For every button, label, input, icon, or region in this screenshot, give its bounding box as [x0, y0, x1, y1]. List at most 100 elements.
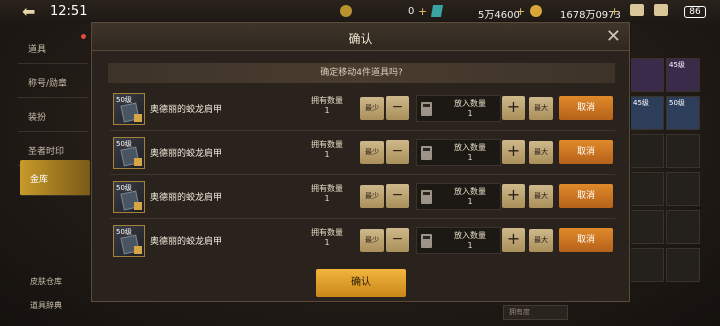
increment-button[interactable]: +: [502, 184, 525, 208]
owned-count-label: 拥有数量: [311, 140, 343, 149]
owned-count-value: 1: [324, 106, 330, 115]
sidebar-item-titles[interactable]: 称号/勋章: [18, 64, 88, 98]
min-button[interactable]: 最少: [360, 185, 384, 208]
decrement-button[interactable]: −: [386, 96, 409, 120]
calculator-icon[interactable]: [421, 146, 432, 160]
item-name: 奥德丽的蛟龙肩甲: [150, 193, 223, 203]
decrement-button[interactable]: −: [386, 140, 409, 164]
grid-slot[interactable]: [630, 248, 664, 282]
item-thumbnail[interactable]: 50级: [113, 93, 145, 125]
min-button[interactable]: 最少: [360, 229, 384, 252]
clock: 12:51: [50, 4, 88, 19]
owned-count-value: 1: [324, 238, 330, 247]
item-dictionary-link[interactable]: 道具辞典: [30, 300, 62, 311]
currency-3-add-icon[interactable]: +: [610, 5, 619, 18]
cancel-button[interactable]: 取消: [559, 96, 613, 120]
currency-2-add-icon[interactable]: +: [516, 5, 525, 18]
grid-slot[interactable]: [630, 210, 664, 244]
decrement-button[interactable]: −: [386, 184, 409, 208]
put-quantity-value: 1: [467, 241, 473, 250]
gem-icon: [430, 5, 444, 17]
put-quantity-field[interactable]: 放入数量 1: [416, 227, 501, 254]
grid-slot[interactable]: [630, 134, 664, 168]
decrement-button[interactable]: −: [386, 228, 409, 252]
sort-dropdown[interactable]: 拥有度: [503, 305, 568, 320]
coin-icon: [340, 5, 352, 17]
calculator-icon[interactable]: [421, 190, 432, 204]
currency-1-add-icon[interactable]: +: [418, 5, 427, 18]
put-quantity-value: 1: [467, 109, 473, 118]
sidebar-item-label: 道具: [28, 45, 47, 55]
cancel-button[interactable]: 取消: [559, 184, 613, 208]
grid-slot[interactable]: [630, 58, 664, 92]
confirm-button[interactable]: 确认: [316, 269, 406, 297]
cancel-button[interactable]: 取消: [559, 140, 613, 164]
sidebar-item-label: 装扮: [28, 113, 47, 123]
max-button[interactable]: 最大: [529, 97, 553, 120]
calculator-icon[interactable]: [421, 234, 432, 248]
dialog-prompt: 确定移动4件道具吗?: [108, 63, 615, 83]
owned-count-label: 拥有数量: [311, 184, 343, 193]
cancel-button[interactable]: 取消: [559, 228, 613, 252]
item-thumbnail[interactable]: 50级: [113, 225, 145, 257]
item-row: 50级 奥德丽的蛟龙肩甲 拥有数量 1 最少 − 放入数量 1 + 最大 取消: [110, 89, 615, 131]
dialog-title: 确认: [348, 32, 373, 46]
item-thumbnail[interactable]: 50级: [113, 137, 145, 169]
increment-button[interactable]: +: [502, 140, 525, 164]
put-quantity-value: 1: [467, 153, 473, 162]
status-bar: ⬅ 12:51 0 + 5万4600 + 1678万0973 + 86: [0, 0, 720, 24]
item-name: 奥德丽的蛟龙肩甲: [150, 237, 223, 247]
dialog-header: 确认 ✕: [92, 23, 629, 51]
max-button[interactable]: 最大: [529, 185, 553, 208]
owned-count-value: 1: [324, 150, 330, 159]
put-quantity-value: 1: [467, 197, 473, 206]
item-row: 50级 奥德丽的蛟龙肩甲 拥有数量 1 最少 − 放入数量 1 + 最大 取消: [110, 133, 615, 175]
lock-tag-icon: [134, 158, 142, 166]
currency-2-value: 5万4600: [478, 10, 520, 21]
lock-tag-icon: [134, 246, 142, 254]
owned-count-label: 拥有数量: [311, 228, 343, 237]
item-thumbnail[interactable]: 50级: [113, 181, 145, 213]
put-quantity-label: 放入数量: [454, 99, 486, 108]
slot-level: 45级: [633, 99, 649, 107]
screen: { "status": { "time": "12:51", "currency…: [0, 0, 720, 326]
increment-button[interactable]: +: [502, 96, 525, 120]
skin-storage-link[interactable]: 皮肤仓库: [30, 276, 62, 287]
sidebar-item-label: 圣者时印: [28, 147, 65, 157]
put-quantity-field[interactable]: 放入数量 1: [416, 183, 501, 210]
sidebar-item-outfit[interactable]: 装扮: [18, 98, 88, 132]
notification-dot: [81, 34, 86, 39]
gold-icon: [530, 5, 542, 17]
sidebar: 道具 称号/勋章 装扮 圣者时印 金库 皮肤仓库 道具辞典: [0, 24, 90, 326]
close-icon[interactable]: ✕: [606, 26, 621, 47]
grid-slot[interactable]: 45级: [630, 96, 664, 130]
owned-count-label: 拥有数量: [311, 96, 343, 105]
max-button[interactable]: 最大: [529, 229, 553, 252]
calculator-icon[interactable]: [421, 102, 432, 116]
sidebar-item-label: 金库: [30, 175, 49, 185]
min-button[interactable]: 最少: [360, 141, 384, 164]
slot-level: 45级: [669, 61, 685, 69]
battery-indicator: 86: [684, 6, 706, 18]
grid-slot[interactable]: 45级: [666, 58, 700, 92]
sidebar-item-vault[interactable]: 金库: [20, 160, 90, 196]
put-quantity-field[interactable]: 放入数量 1: [416, 139, 501, 166]
grid-slot[interactable]: [666, 172, 700, 206]
sidebar-item-items[interactable]: 道具: [18, 30, 88, 64]
grid-slot[interactable]: [666, 210, 700, 244]
confirm-dialog: 确认 ✕ 确定移动4件道具吗? 50级 奥德丽的蛟龙肩甲 拥有数量 1 最少 −…: [91, 22, 630, 302]
increment-button[interactable]: +: [502, 228, 525, 252]
grid-slot[interactable]: [630, 172, 664, 206]
max-button[interactable]: 最大: [529, 141, 553, 164]
grid-slot[interactable]: [666, 248, 700, 282]
put-quantity-label: 放入数量: [454, 231, 486, 240]
mail-icon[interactable]: [654, 4, 668, 16]
back-arrow-icon[interactable]: ⬅: [22, 2, 35, 21]
grid-slot[interactable]: 50级: [666, 96, 700, 130]
min-button[interactable]: 最少: [360, 97, 384, 120]
item-name: 奥德丽的蛟龙肩甲: [150, 149, 223, 159]
put-quantity-field[interactable]: 放入数量 1: [416, 95, 501, 122]
item-row: 50级 奥德丽的蛟龙肩甲 拥有数量 1 最少 − 放入数量 1 + 最大 取消: [110, 177, 615, 219]
grid-slot[interactable]: [666, 134, 700, 168]
gift-icon[interactable]: [630, 4, 644, 16]
